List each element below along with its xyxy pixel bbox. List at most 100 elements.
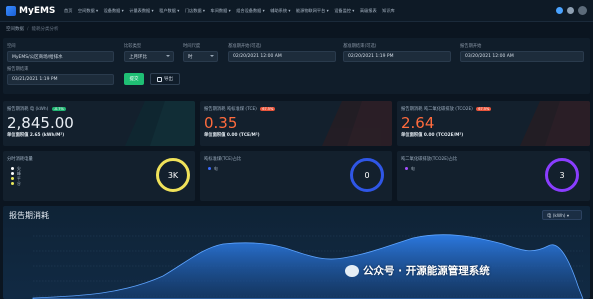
kpi-sub-label: 单位面积值 xyxy=(204,133,226,138)
breadcrumb-parent[interactable]: 空间数据 xyxy=(6,26,24,32)
nav-item-knowledge-base[interactable]: 知识库 xyxy=(382,8,395,14)
watermark-text: 公众号 · 开源能源管理系统 xyxy=(363,265,490,277)
kpi-value: 2,845.00 xyxy=(7,114,74,132)
legend-dot xyxy=(405,167,408,170)
space-label: 空间 xyxy=(7,44,16,49)
consumption-area-series xyxy=(32,234,584,299)
period-type-select[interactable]: 时 xyxy=(183,51,218,62)
legend-item: 谷 xyxy=(11,181,21,186)
export-button[interactable]: 导出 xyxy=(150,73,180,85)
nav-item-iot-platform[interactable]: 能源物联网平台 ▾ xyxy=(296,8,329,14)
ring-card-title: 吨二氧化碳排放(TCO2E)占比 xyxy=(401,157,458,162)
consumption-chart-panel: 报告期消耗 电 (kWh) ▾ xyxy=(3,206,590,299)
kpi-card-tce: 报告期消耗 吨标准煤 (TCE) 67.5% 0.35 单位面积值 0.00 (… xyxy=(200,101,392,146)
ring-card-title: 分时消耗电量 xyxy=(7,157,33,162)
report-period-start-value: 03/20/2021 12:00 AM xyxy=(465,54,514,59)
base-period-end-label: 基准期结束(可选) xyxy=(343,44,377,49)
card-background-decoration xyxy=(322,101,392,146)
nav-item-equipment-data[interactable]: 设备数据 ▾ xyxy=(104,8,124,14)
watermark: 公众号 · 开源能源管理系统 xyxy=(345,263,490,278)
donut-ring-value: 3K xyxy=(167,170,179,180)
kpi-change-badge: 67.5% xyxy=(476,106,492,111)
brand-name: MyEMS xyxy=(19,5,56,16)
legend-dot xyxy=(11,182,14,185)
kpi-title: 报告期消耗 吨标准煤 (TCE) 67.5% xyxy=(204,106,276,112)
kpi-sub-value: 0.00 (TCO2E/M²) xyxy=(423,133,464,138)
export-button-label: 导出 xyxy=(164,77,173,82)
nav-item-combined-equipment-data[interactable]: 组合设备数据 ▾ xyxy=(236,8,265,14)
legend-label: 电 xyxy=(411,165,415,171)
legend-dot xyxy=(11,172,14,175)
compare-type-select[interactable]: 上月环比 xyxy=(124,51,174,62)
kpi-sub-value: 2.65 (kWh/M²) xyxy=(29,133,65,138)
nav-item-home[interactable]: 首页 xyxy=(64,8,72,14)
ring-legend: 电 xyxy=(208,166,218,171)
kpi-title-text: 报告期消耗 吨二氧化碳排放 (TCO2E) xyxy=(401,107,473,112)
ring-legend: 尖 峰 平 谷 xyxy=(11,166,21,186)
user-avatar[interactable] xyxy=(578,6,587,15)
period-type-label: 时间尺度 xyxy=(183,44,201,49)
report-period-start-input[interactable]: 03/20/2021 12:00 AM xyxy=(460,51,584,62)
nav-right-tools xyxy=(552,6,587,15)
nav-item-equipment-monitor[interactable]: 设备监控 ▾ xyxy=(334,8,354,14)
gear-icon[interactable] xyxy=(556,7,563,14)
nav-item-space-data[interactable]: 空间数据 ▾ xyxy=(78,8,98,14)
report-period-end-value: 03/21/2021 1:19 PM xyxy=(12,77,58,82)
nav-item-shopfloor-data[interactable]: 车间数据 ▾ xyxy=(211,8,231,14)
space-select-value: MyEMS/公区商场/给排水 xyxy=(12,55,63,60)
nav-menu: 首页 空间数据 ▾ 设备数据 ▾ 计量表数据 ▾ 租户数据 ▾ 门店数据 ▾ 车… xyxy=(64,8,400,14)
brand[interactable]: MyEMS xyxy=(6,5,56,16)
ring-card-tco2e-share: 吨二氧化碳排放(TCO2E)占比 电 3 xyxy=(397,151,590,201)
report-period-end-input[interactable]: 03/21/2021 1:19 PM xyxy=(7,74,114,85)
ring-card-title: 吨标准煤(TCE)占比 xyxy=(204,157,242,162)
space-select[interactable]: MyEMS/公区商场/给排水 xyxy=(7,51,114,62)
base-period-start-input[interactable]: 02/20/2021 12:00 AM xyxy=(228,51,336,62)
kpi-sub-value: 0.00 (TCE/M²) xyxy=(226,133,260,138)
kpi-sub: 单位面积值 0.00 (TCO2E/M²) xyxy=(401,132,463,138)
kpi-sub-label: 单位面积值 xyxy=(401,133,423,138)
top-navbar: MyEMS 首页 空间数据 ▾ 设备数据 ▾ 计量表数据 ▾ 租户数据 ▾ 门店… xyxy=(0,0,593,22)
submit-button[interactable]: 提交 xyxy=(124,73,144,85)
notification-icon[interactable] xyxy=(567,7,574,14)
chevron-down-icon xyxy=(210,55,214,57)
compare-type-value: 上月环比 xyxy=(129,55,147,60)
base-period-end-input[interactable]: 02/20/2021 1:19 PM xyxy=(343,51,451,62)
legend-dot xyxy=(11,177,14,180)
export-icon xyxy=(157,76,162,82)
base-period-end-value: 02/20/2021 1:19 PM xyxy=(348,54,394,59)
nav-item-advanced-reports[interactable]: 高级报表 xyxy=(360,8,377,14)
kpi-value: 0.35 xyxy=(204,114,238,132)
legend-item: 电 xyxy=(405,166,415,171)
report-period-end-label: 报告期结束 xyxy=(7,67,29,72)
ring-card-time-of-use: 分时消耗电量 尖 峰 平 谷 3K xyxy=(3,151,195,201)
nav-item-meter-data[interactable]: 计量表数据 ▾ xyxy=(129,8,153,14)
base-period-start-value: 02/20/2021 12:00 AM xyxy=(233,54,282,59)
report-period-start-label: 报告期开始 xyxy=(460,44,482,49)
kpi-sub: 单位面积值 0.00 (TCE/M²) xyxy=(204,132,260,138)
kpi-change-badge: 67.5% xyxy=(260,106,276,111)
kpi-sub-label: 单位面积值 xyxy=(7,133,29,138)
kpi-title: 报告期消耗 电 (kWh) -0.7% xyxy=(7,106,66,112)
kpi-title-text: 报告期消耗 吨标准煤 (TCE) xyxy=(204,107,257,112)
nav-item-store-data[interactable]: 门店数据 ▾ xyxy=(185,8,205,14)
kpi-card-electricity: 报告期消耗 电 (kWh) -0.7% 2,845.00 单位面积值 2.65 … xyxy=(3,101,195,146)
base-period-start-label: 基准期开始(可选) xyxy=(228,44,262,49)
kpi-title-text: 报告期消耗 电 (kWh) xyxy=(7,107,49,112)
kpi-change-badge: -0.7% xyxy=(51,106,66,111)
brand-logo-icon xyxy=(6,5,16,16)
compare-type-label: 比较类型 xyxy=(124,44,142,49)
donut-ring-value: 0 xyxy=(364,170,370,180)
breadcrumb-current: 能耗分类分析 xyxy=(31,27,59,32)
wechat-icon xyxy=(345,264,359,277)
legend-dot xyxy=(208,167,211,170)
card-background-decoration xyxy=(520,101,590,146)
ring-card-tce-share: 吨标准煤(TCE)占比 电 0 xyxy=(200,151,392,201)
kpi-card-tco2e: 报告期消耗 吨二氧化碳排放 (TCO2E) 67.5% 2.64 单位面积值 0… xyxy=(397,101,590,146)
kpi-title: 报告期消耗 吨二氧化碳排放 (TCO2E) 67.5% xyxy=(401,106,492,112)
donut-ring-value: 3 xyxy=(559,170,565,180)
legend-label: 谷 xyxy=(17,180,21,186)
legend-item: 电 xyxy=(208,166,218,171)
nav-item-tenant-data[interactable]: 租户数据 ▾ xyxy=(159,8,179,14)
chevron-down-icon xyxy=(166,55,170,57)
nav-item-auxiliary-system[interactable]: 辅助系统 ▾ xyxy=(270,8,290,14)
